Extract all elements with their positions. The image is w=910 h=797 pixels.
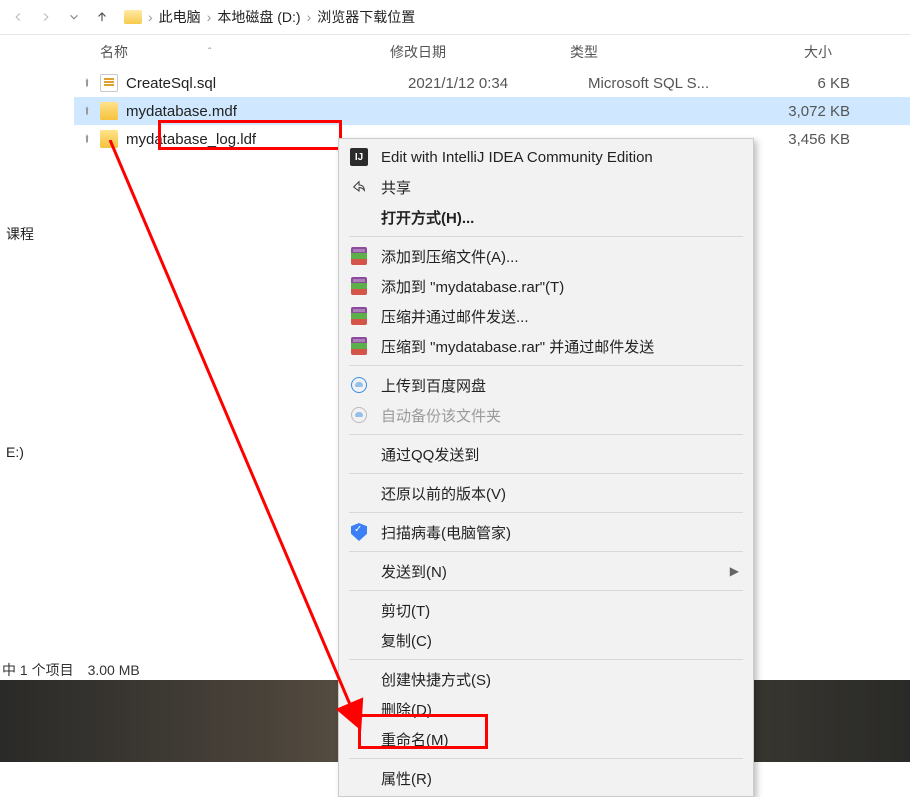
menu-rename[interactable]: 重命名(M)	[339, 724, 753, 754]
menu-cut[interactable]: 剪切(T)	[339, 595, 753, 625]
separator	[349, 434, 743, 435]
menu-baidu-upload[interactable]: 上传到百度网盘	[339, 370, 753, 400]
nav-forward-button[interactable]	[34, 5, 58, 29]
nav-dropdown-button[interactable]	[62, 5, 86, 29]
menu-send-to[interactable]: 发送到(N)▶	[339, 556, 753, 586]
winrar-icon	[349, 306, 369, 326]
separator	[349, 236, 743, 237]
winrar-icon	[349, 276, 369, 296]
column-name[interactable]: 名称ˆ	[100, 42, 390, 62]
file-size: 3,456 KB	[766, 131, 858, 148]
file-icon	[100, 130, 118, 148]
menu-shortcut[interactable]: 创建快捷方式(S)	[339, 664, 753, 694]
chevron-right-icon: ›	[148, 9, 153, 25]
sidebar-fragment: 课程 E:)	[0, 214, 74, 470]
menu-restore[interactable]: 还原以前的版本(V)	[339, 478, 753, 508]
baidu-cloud-icon	[349, 375, 369, 395]
menu-rar-email[interactable]: 压缩并通过邮件发送...	[339, 301, 753, 331]
breadcrumb-item[interactable]: 此电脑›	[159, 7, 212, 27]
menu-copy[interactable]: 复制(C)	[339, 625, 753, 655]
share-icon	[349, 177, 369, 197]
sort-asc-icon: ˆ	[208, 47, 211, 58]
folder-icon	[124, 10, 142, 24]
menu-properties[interactable]: 属性(R)	[339, 763, 753, 793]
shield-icon	[349, 522, 369, 542]
separator	[349, 512, 743, 513]
separator	[349, 590, 743, 591]
menu-qq-send[interactable]: 通过QQ发送到	[339, 439, 753, 469]
file-icon	[100, 74, 118, 92]
pin-icon	[74, 105, 100, 117]
menu-delete[interactable]: 删除(D)	[339, 694, 753, 724]
file-name: CreateSql.sql	[126, 75, 408, 92]
file-size: 3,072 KB	[766, 103, 858, 120]
file-type: Microsoft SQL S...	[588, 75, 766, 92]
menu-open-with[interactable]: 打开方式(H)...	[339, 202, 753, 232]
intellij-icon: IJ	[349, 147, 369, 167]
file-row[interactable]: mydatabase.mdf 3,072 KB	[74, 97, 910, 125]
nav-back-button[interactable]	[6, 5, 30, 29]
sidebar-item[interactable]: 课程	[0, 214, 74, 254]
menu-rar-add-name[interactable]: 添加到 "mydatabase.rar"(T)	[339, 271, 753, 301]
file-date: 2021/1/12 0:34	[408, 75, 588, 92]
file-row[interactable]: CreateSql.sql2021/1/12 0:34Microsoft SQL…	[74, 69, 910, 97]
pin-icon	[74, 133, 100, 145]
sidebar-item[interactable]: E:)	[0, 434, 74, 470]
pin-icon	[74, 77, 100, 89]
toolbar: › 此电脑› 本地磁盘 (D:)› 浏览器下载位置	[0, 0, 910, 35]
separator	[349, 659, 743, 660]
separator	[349, 551, 743, 552]
file-name: mydatabase.mdf	[126, 103, 408, 120]
breadcrumb-item[interactable]: 浏览器下载位置	[317, 7, 415, 27]
separator	[349, 473, 743, 474]
breadcrumb: › 此电脑› 本地磁盘 (D:)› 浏览器下载位置	[124, 7, 415, 27]
menu-share[interactable]: 共享	[339, 172, 753, 202]
nav-up-button[interactable]	[90, 5, 114, 29]
file-size: 6 KB	[766, 75, 858, 92]
column-date[interactable]: 修改日期	[390, 42, 570, 62]
separator	[349, 365, 743, 366]
menu-rar-add[interactable]: 添加到压缩文件(A)...	[339, 241, 753, 271]
column-size[interactable]: 大小	[748, 42, 840, 62]
chevron-right-icon: ▶	[730, 564, 739, 578]
winrar-icon	[349, 246, 369, 266]
column-headers: 名称ˆ 修改日期 类型 大小	[74, 35, 910, 69]
menu-baidu-backup: 自动备份该文件夹	[339, 400, 753, 430]
file-icon	[100, 102, 118, 120]
winrar-icon	[349, 336, 369, 356]
context-menu: IJEdit with IntelliJ IDEA Community Edit…	[338, 138, 754, 797]
menu-scan-virus[interactable]: 扫描病毒(电脑管家)	[339, 517, 753, 547]
separator	[349, 758, 743, 759]
baidu-cloud-icon	[349, 405, 369, 425]
menu-edit-intellij[interactable]: IJEdit with IntelliJ IDEA Community Edit…	[339, 142, 753, 172]
breadcrumb-item[interactable]: 本地磁盘 (D:)›	[217, 7, 311, 27]
column-type[interactable]: 类型	[570, 42, 748, 62]
menu-rar-email-name[interactable]: 压缩到 "mydatabase.rar" 并通过邮件发送	[339, 331, 753, 361]
